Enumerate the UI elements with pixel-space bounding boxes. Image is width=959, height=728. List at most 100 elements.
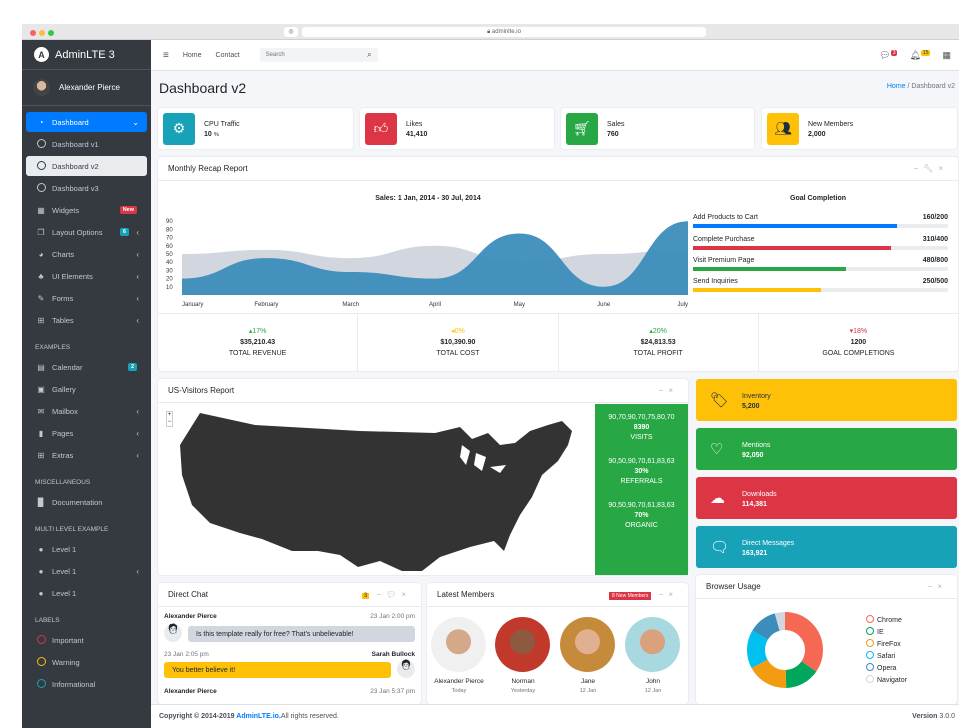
sidebar-item-label: Warning bbox=[52, 657, 80, 667]
minus-icon[interactable]: − bbox=[377, 590, 387, 599]
footer-link[interactable]: AdminLTE.io. bbox=[236, 713, 281, 720]
minus-icon[interactable]: − bbox=[659, 590, 669, 599]
minus-icon[interactable]: − bbox=[914, 164, 924, 173]
breadcrumb-home[interactable]: Home bbox=[887, 83, 906, 90]
sidebar-item-informational[interactable]: Informational bbox=[26, 674, 147, 694]
info-box-title: Sales bbox=[607, 121, 625, 128]
comments-icon[interactable]: 💬︎ bbox=[386, 590, 401, 599]
sidebar-item-calendar[interactable]: ▤ Calendar 2 bbox=[26, 357, 147, 377]
sidebar-item-warning[interactable]: Warning bbox=[26, 652, 147, 672]
sidebar-item-tables[interactable]: ⊞ Tables ‹ bbox=[26, 310, 147, 330]
legend-item: IE bbox=[866, 627, 907, 639]
brand[interactable]: A AdminLTE 3 bbox=[22, 40, 151, 70]
circle-icon bbox=[35, 138, 47, 150]
sidebar-item-extras[interactable]: ⊞ Extras ‹ bbox=[26, 445, 147, 465]
sidebar-item-level1[interactable]: ● Level 1 bbox=[26, 539, 147, 559]
sidebar-item-widgets[interactable]: ▦ Widgets New bbox=[26, 200, 147, 220]
legend-item: Opera bbox=[866, 663, 907, 675]
sidebar-item-documentation[interactable]: ▉ Documentation bbox=[26, 492, 147, 512]
minus-icon[interactable]: − bbox=[928, 582, 938, 591]
sidebar-nav: ◔ Dashboard ⌄ Dashboard v1 Dashboard v2 Da… bbox=[22, 106, 151, 702]
info-box-title: Downloads bbox=[742, 490, 777, 498]
sidebar-item-level1[interactable]: ● Level 1 ‹ bbox=[26, 561, 147, 581]
version-info: Version 3.0.0 bbox=[912, 713, 955, 720]
card-header: Direct Chat 3 −💬︎× bbox=[158, 583, 421, 607]
sidebar-item-label: Mailbox bbox=[52, 406, 78, 416]
progress-fill bbox=[693, 224, 897, 228]
x-tick-label: April bbox=[429, 302, 441, 308]
maximize-dot[interactable] bbox=[48, 30, 54, 36]
filled-circle-icon: ● bbox=[38, 588, 44, 598]
wrench-icon[interactable]: 🔧︎ bbox=[923, 164, 938, 173]
sidebar-item-label: Documentation bbox=[52, 497, 103, 507]
legend-item: Navigator bbox=[866, 675, 907, 687]
messages-icon[interactable]: 💬︎ 3 bbox=[879, 49, 898, 61]
card-header: Latest Members 8 New Members −× bbox=[427, 583, 688, 607]
member-item[interactable]: John 12 Jan bbox=[625, 617, 681, 694]
sidebar-item-layout-options[interactable]: ❐ Layout Options 6 ‹ bbox=[26, 222, 147, 242]
filled-circle-icon: ● bbox=[38, 566, 44, 576]
goal-label: Complete Purchase bbox=[693, 236, 755, 243]
close-dot[interactable] bbox=[30, 30, 36, 36]
sidebar-item-dashboard-v1[interactable]: Dashboard v1 bbox=[26, 134, 147, 154]
nav-link-contact[interactable]: Contact bbox=[216, 52, 240, 59]
browser-chrome: ◎ 🔒︎ adminlte.io bbox=[22, 24, 959, 40]
search-input[interactable]: Search ⌕ bbox=[259, 48, 378, 62]
minus-icon[interactable]: − bbox=[659, 386, 669, 395]
minimize-dot[interactable] bbox=[39, 30, 45, 36]
sidebar-item-important[interactable]: Important bbox=[26, 630, 147, 650]
avatar bbox=[33, 79, 50, 96]
member-item[interactable]: Jane 12 Jan bbox=[560, 617, 616, 694]
sidebar-item-gallery[interactable]: ▣ Gallery bbox=[26, 379, 147, 399]
sidebar-item-dashboard-v3[interactable]: Dashboard v3 bbox=[26, 178, 147, 198]
url-bar[interactable]: 🔒︎ adminlte.io bbox=[302, 27, 706, 37]
circle-icon bbox=[35, 182, 47, 194]
legend-label: Safari bbox=[877, 653, 896, 660]
sidebar-item-label: Level 1 bbox=[52, 566, 77, 576]
chat-sender: Sarah Bullock bbox=[371, 651, 415, 658]
sidebar-item-mailbox[interactable]: ✉ Mailbox ‹ bbox=[26, 401, 147, 421]
nav-link-home[interactable]: Home bbox=[183, 52, 202, 59]
sidebar-item-level1[interactable]: ● Level 1 bbox=[26, 583, 147, 603]
card-header: Monthly Recap Report −🔧︎× bbox=[158, 157, 958, 181]
close-icon[interactable]: × bbox=[668, 386, 678, 395]
sidebar-item-pages[interactable]: ▮ Pages ‹ bbox=[26, 423, 147, 443]
chevron-left-icon: ‹ bbox=[136, 406, 139, 416]
info-box-cpu: ⚙ CPU Traffic 10 % bbox=[158, 108, 353, 149]
footer-rights: All rights reserved. bbox=[280, 713, 339, 720]
close-icon[interactable]: × bbox=[937, 582, 947, 591]
close-icon[interactable]: × bbox=[401, 590, 411, 599]
search-icon[interactable]: ⌕ bbox=[367, 50, 371, 60]
card-title: Monthly Recap Report bbox=[168, 164, 248, 173]
version-label: Version bbox=[912, 713, 938, 720]
sidebar-item-dashboard-v2[interactable]: Dashboard v2 bbox=[26, 156, 147, 176]
close-icon[interactable]: × bbox=[938, 164, 948, 173]
close-icon[interactable]: × bbox=[668, 590, 678, 599]
member-item[interactable]: Norman Yesterday bbox=[495, 617, 551, 694]
visitor-stat-value: 70% bbox=[634, 512, 649, 519]
edit-icon: ✎ bbox=[37, 293, 45, 303]
shield-icon[interactable]: ◎ bbox=[284, 27, 298, 37]
sidebar-item-forms[interactable]: ✎ Forms ‹ bbox=[26, 288, 147, 308]
info-box-direct-messages: 🗨︎ Direct Messages 163,921 bbox=[696, 526, 957, 568]
apps-grid-icon[interactable]: ▦ bbox=[942, 50, 951, 61]
sidebar-item-ui-elements[interactable]: ♣ UI Elements ‹ bbox=[26, 266, 147, 286]
hamburger-icon[interactable]: ≡ bbox=[163, 50, 169, 61]
user-panel[interactable]: Alexander Pierce bbox=[22, 70, 151, 106]
sparkline: 90,50,90,70,61,83,63 bbox=[608, 502, 675, 509]
stat-cost: ◂0% $10,390.90 TOTAL COST bbox=[358, 314, 559, 371]
window-controls bbox=[30, 29, 57, 38]
bell-icon[interactable]: 🔔︎ 15 bbox=[909, 49, 931, 61]
users-icon: 👥︎ bbox=[767, 112, 799, 145]
sidebar-item-dashboard[interactable]: ◔ Dashboard ⌄ bbox=[26, 112, 147, 132]
member-item[interactable]: Alexander Pierce Today bbox=[431, 617, 487, 694]
notifications-badge: 15 bbox=[920, 49, 931, 56]
sidebar-item-charts[interactable]: ◕ Charts ‹ bbox=[26, 244, 147, 264]
card-title: Browser Usage bbox=[706, 582, 761, 591]
stat-label: TOTAL PROFIT bbox=[633, 350, 683, 357]
x-tick-label: June bbox=[597, 302, 611, 308]
chat-badge: 3 bbox=[361, 593, 370, 599]
card-title: US-Visitors Report bbox=[168, 386, 235, 395]
plus-square-icon: ⊞ bbox=[37, 450, 45, 460]
goal-row: Send Inquiries 250/500 bbox=[693, 278, 948, 292]
